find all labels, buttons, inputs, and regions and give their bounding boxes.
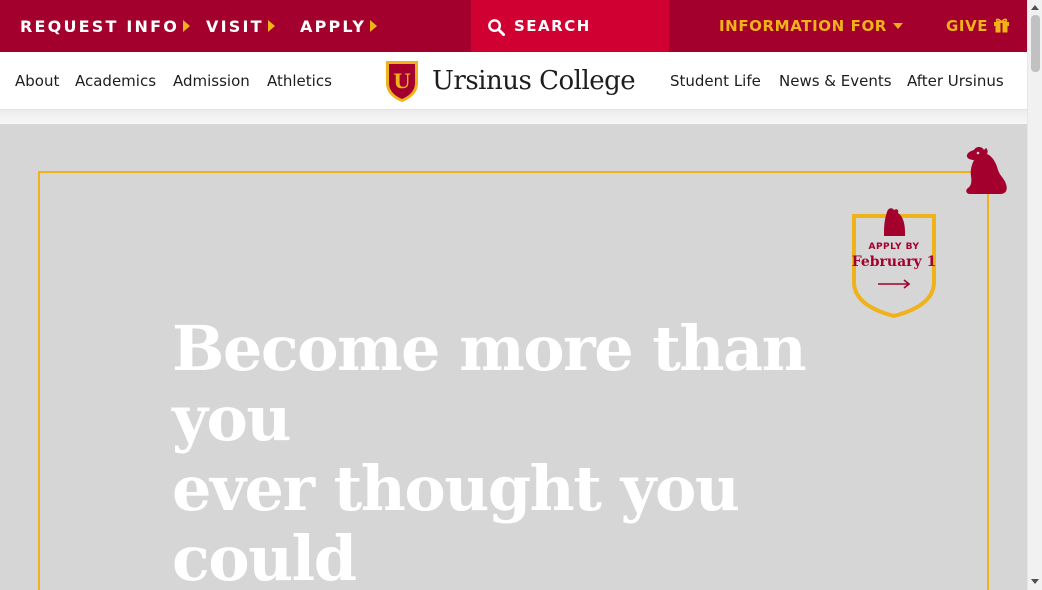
- nav-after-ursinus[interactable]: After Ursinus: [907, 52, 1004, 110]
- information-for-label: INFORMATION FOR: [719, 17, 887, 35]
- main-navigation: About Academics Admission Athletics U Ur…: [0, 52, 1027, 110]
- scroll-up-arrow-icon[interactable]: [1031, 5, 1039, 10]
- headline-line-2: ever thought you could: [172, 452, 740, 590]
- nav-student-life[interactable]: Student Life: [670, 52, 761, 110]
- nav-news-events[interactable]: News & Events: [779, 52, 892, 110]
- give-link[interactable]: GIVE: [946, 0, 1010, 52]
- shield-logo-icon: U: [386, 61, 418, 102]
- hero-section: APPLY BY February 1 Become more than you…: [0, 124, 1027, 590]
- scroll-down-arrow-icon[interactable]: [1031, 579, 1039, 584]
- search-label: SEARCH: [514, 17, 591, 35]
- request-info-link[interactable]: REQUEST INFO: [20, 0, 191, 52]
- apply-label: APPLY: [300, 16, 367, 36]
- utility-bar: REQUEST INFO VISIT APPLY SEARCH INFORMAT…: [0, 0, 1027, 52]
- request-info-label: REQUEST INFO: [20, 16, 180, 36]
- give-label: GIVE: [946, 17, 989, 35]
- nav-shadow: [0, 110, 1027, 124]
- arrow-right-icon: [878, 279, 911, 289]
- shield-letter: U: [393, 69, 410, 93]
- page-scrollbar[interactable]: [1027, 0, 1042, 590]
- apply-link[interactable]: APPLY: [300, 0, 378, 52]
- visit-label: VISIT: [206, 16, 264, 36]
- triangle-right-icon: [370, 20, 378, 32]
- information-for-dropdown[interactable]: INFORMATION FOR: [719, 0, 903, 52]
- nav-admission[interactable]: Admission: [173, 52, 250, 110]
- nav-about[interactable]: About: [15, 52, 59, 110]
- college-name: Ursinus College: [432, 66, 636, 96]
- apply-deadline-badge[interactable]: APPLY BY February 1: [851, 206, 937, 318]
- triangle-right-icon: [267, 20, 275, 32]
- college-logo[interactable]: U Ursinus College: [384, 59, 636, 103]
- triangle-right-icon: [183, 20, 191, 32]
- scroll-thumb[interactable]: [1031, 15, 1040, 72]
- search-icon: [488, 19, 506, 37]
- nav-athletics[interactable]: Athletics: [267, 52, 332, 110]
- headline-line-1: Become more than you: [172, 312, 807, 455]
- search-field[interactable]: SEARCH: [471, 0, 669, 52]
- visit-link[interactable]: VISIT: [206, 0, 275, 52]
- nav-academics[interactable]: Academics: [75, 52, 156, 110]
- hero-headline: Become more than you ever thought you co…: [172, 314, 872, 590]
- badge-date: February 1: [851, 254, 937, 270]
- bear-icon[interactable]: [962, 144, 1010, 196]
- caret-down-icon: [892, 23, 903, 29]
- badge-apply-by: APPLY BY: [868, 242, 920, 252]
- gift-icon: [994, 18, 1010, 32]
